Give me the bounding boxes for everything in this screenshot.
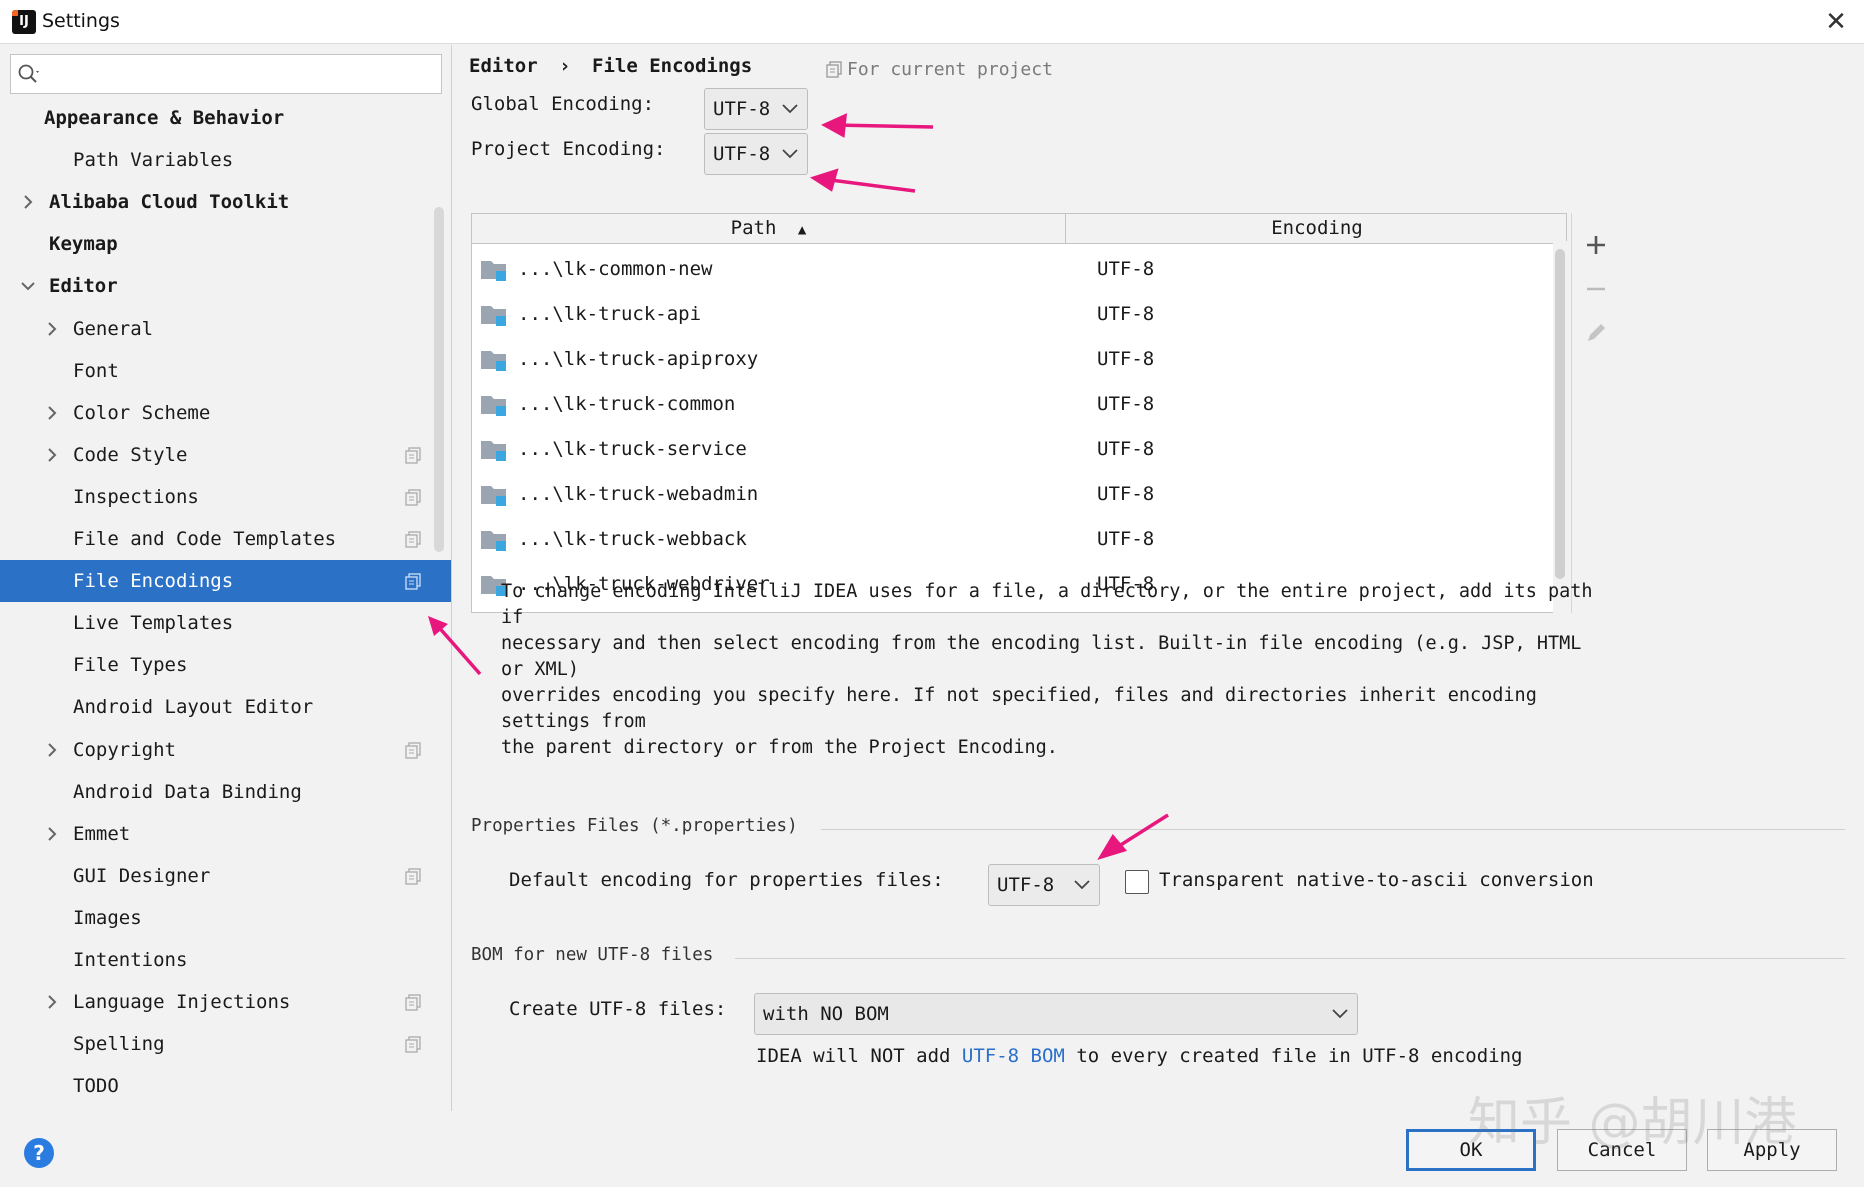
sidebar-item-label: File Encodings xyxy=(73,570,234,593)
sidebar-item-appearance-behavior[interactable]: Appearance & Behavior xyxy=(0,97,451,139)
help-button[interactable]: ? xyxy=(24,1138,54,1168)
sidebar-item-label: Alibaba Cloud Toolkit xyxy=(49,191,290,214)
sidebar-item-alibaba-cloud-toolkit[interactable]: Alibaba Cloud Toolkit xyxy=(0,181,451,223)
chevron-down-icon[interactable] xyxy=(20,278,36,294)
sidebar-item-label: TODO xyxy=(73,1075,119,1098)
sidebar-item-label: Appearance & Behavior xyxy=(44,107,285,129)
annotation-arrowhead-project xyxy=(809,168,839,192)
sidebar-item-label: Font xyxy=(73,359,119,382)
sidebar-item-label: Live Templates xyxy=(73,612,234,635)
sidebar-item-label: General xyxy=(73,317,154,340)
project-scope-icon xyxy=(405,868,421,885)
search-icon xyxy=(18,64,39,83)
sidebar-item-file-and-code-templates[interactable]: File and Code Templates xyxy=(0,518,451,560)
sidebar-item-label: File Types xyxy=(73,654,188,677)
sidebar-item-label: Inspections xyxy=(73,485,199,508)
sidebar-item-label: Color Scheme xyxy=(73,401,211,424)
project-scope-icon xyxy=(405,1036,421,1053)
sidebar-item-color-scheme[interactable]: Color Scheme xyxy=(0,392,451,434)
project-scope-icon xyxy=(405,489,421,506)
sidebar-item-images[interactable]: Images xyxy=(0,897,451,939)
annotation-arrowhead-global xyxy=(821,113,848,138)
sidebar-item-label: Android Data Binding xyxy=(73,780,302,803)
close-window-button[interactable]: ✕ xyxy=(1818,4,1854,40)
chevron-right-icon[interactable] xyxy=(20,194,36,210)
sidebar-item-label: Images xyxy=(73,906,142,929)
sidebar-item-label: Keymap xyxy=(49,233,118,256)
sidebar-item-language-injections[interactable]: Language Injections xyxy=(0,981,451,1023)
sidebar-item-android-layout-editor[interactable]: Android Layout Editor xyxy=(0,686,451,728)
annotation-arrow-global xyxy=(832,123,934,129)
sidebar-scrollbar[interactable] xyxy=(434,207,444,552)
annotation-arrows xyxy=(809,113,1169,860)
sidebar-item-spelling[interactable]: Spelling xyxy=(0,1023,451,1065)
sidebar-item-editor[interactable]: Editor xyxy=(0,265,451,307)
sidebar-item-general[interactable]: General xyxy=(0,308,451,350)
sidebar-item-label: GUI Designer xyxy=(73,864,211,887)
sidebar-item-label: Code Style xyxy=(73,443,188,466)
sidebar-item-label: Android Layout Editor xyxy=(73,696,314,719)
sidebar-item-todo[interactable]: TODO xyxy=(0,1065,451,1107)
sidebar-item-label: Path Variables xyxy=(73,149,234,172)
chevron-right-icon[interactable] xyxy=(44,742,60,758)
window-title: Settings xyxy=(42,10,120,32)
project-scope-icon xyxy=(405,994,421,1011)
sidebar-item-android-data-binding[interactable]: Android Data Binding xyxy=(0,771,451,813)
chevron-right-icon[interactable] xyxy=(44,994,60,1010)
sidebar-item-label: Editor xyxy=(49,275,118,298)
chevron-right-icon[interactable] xyxy=(44,826,60,842)
watermark: 知乎 @胡川港 xyxy=(1468,1093,1797,1153)
sidebar-item-code-style[interactable]: Code Style xyxy=(0,434,451,476)
chevron-right-icon[interactable] xyxy=(44,447,60,463)
sidebar-item-label: Language Injections xyxy=(73,991,291,1014)
settings-content: Editor › File Encodings For current proj… xyxy=(453,45,1864,1111)
sidebar-item-label: Intentions xyxy=(73,949,188,971)
sidebar-item-live-templates[interactable]: Live Templates xyxy=(0,602,451,644)
chevron-right-icon[interactable] xyxy=(44,321,60,337)
sidebar-item-font[interactable]: Font xyxy=(0,350,451,392)
project-scope-icon xyxy=(405,447,421,464)
project-scope-icon xyxy=(405,531,421,548)
sidebar-item-label: Copyright xyxy=(73,738,176,761)
sidebar-item-gui-designer[interactable]: GUI Designer xyxy=(0,855,451,897)
sidebar-item-copyright[interactable]: Copyright xyxy=(0,729,451,771)
chevron-right-icon[interactable] xyxy=(44,405,60,421)
settings-sidebar: Appearance & Behavior Path Variables Aliba… xyxy=(0,45,452,1111)
project-scope-icon xyxy=(405,573,421,590)
sidebar-item-path-variables[interactable]: Path Variables xyxy=(0,139,451,181)
title-bar: IJ Settings ✕ xyxy=(0,0,1864,44)
sidebar-item-label: Emmet xyxy=(73,822,131,845)
sidebar-item-label: File and Code Templates xyxy=(73,528,337,550)
project-scope-icon xyxy=(405,741,421,759)
sidebar-item-file-types[interactable]: File Types xyxy=(0,644,451,686)
intellij-app-icon: IJ xyxy=(12,10,36,34)
sidebar-item-label: Spelling xyxy=(73,1033,165,1056)
annotation-arrow-sidebar xyxy=(428,616,482,676)
sidebar-item-file-encodings[interactable]: File Encodings xyxy=(0,560,451,603)
settings-search-input[interactable] xyxy=(10,54,442,94)
sidebar-item-emmet[interactable]: Emmet xyxy=(0,813,451,855)
search-field[interactable] xyxy=(43,59,433,89)
sidebar-item-intentions[interactable]: Intentions xyxy=(0,939,451,981)
annotation-arrow-project xyxy=(822,177,916,193)
sidebar-item-keymap[interactable]: Keymap xyxy=(0,223,451,265)
sidebar-item-inspections[interactable]: Inspections xyxy=(0,476,451,518)
annotation-arrowhead-properties xyxy=(1097,834,1128,860)
